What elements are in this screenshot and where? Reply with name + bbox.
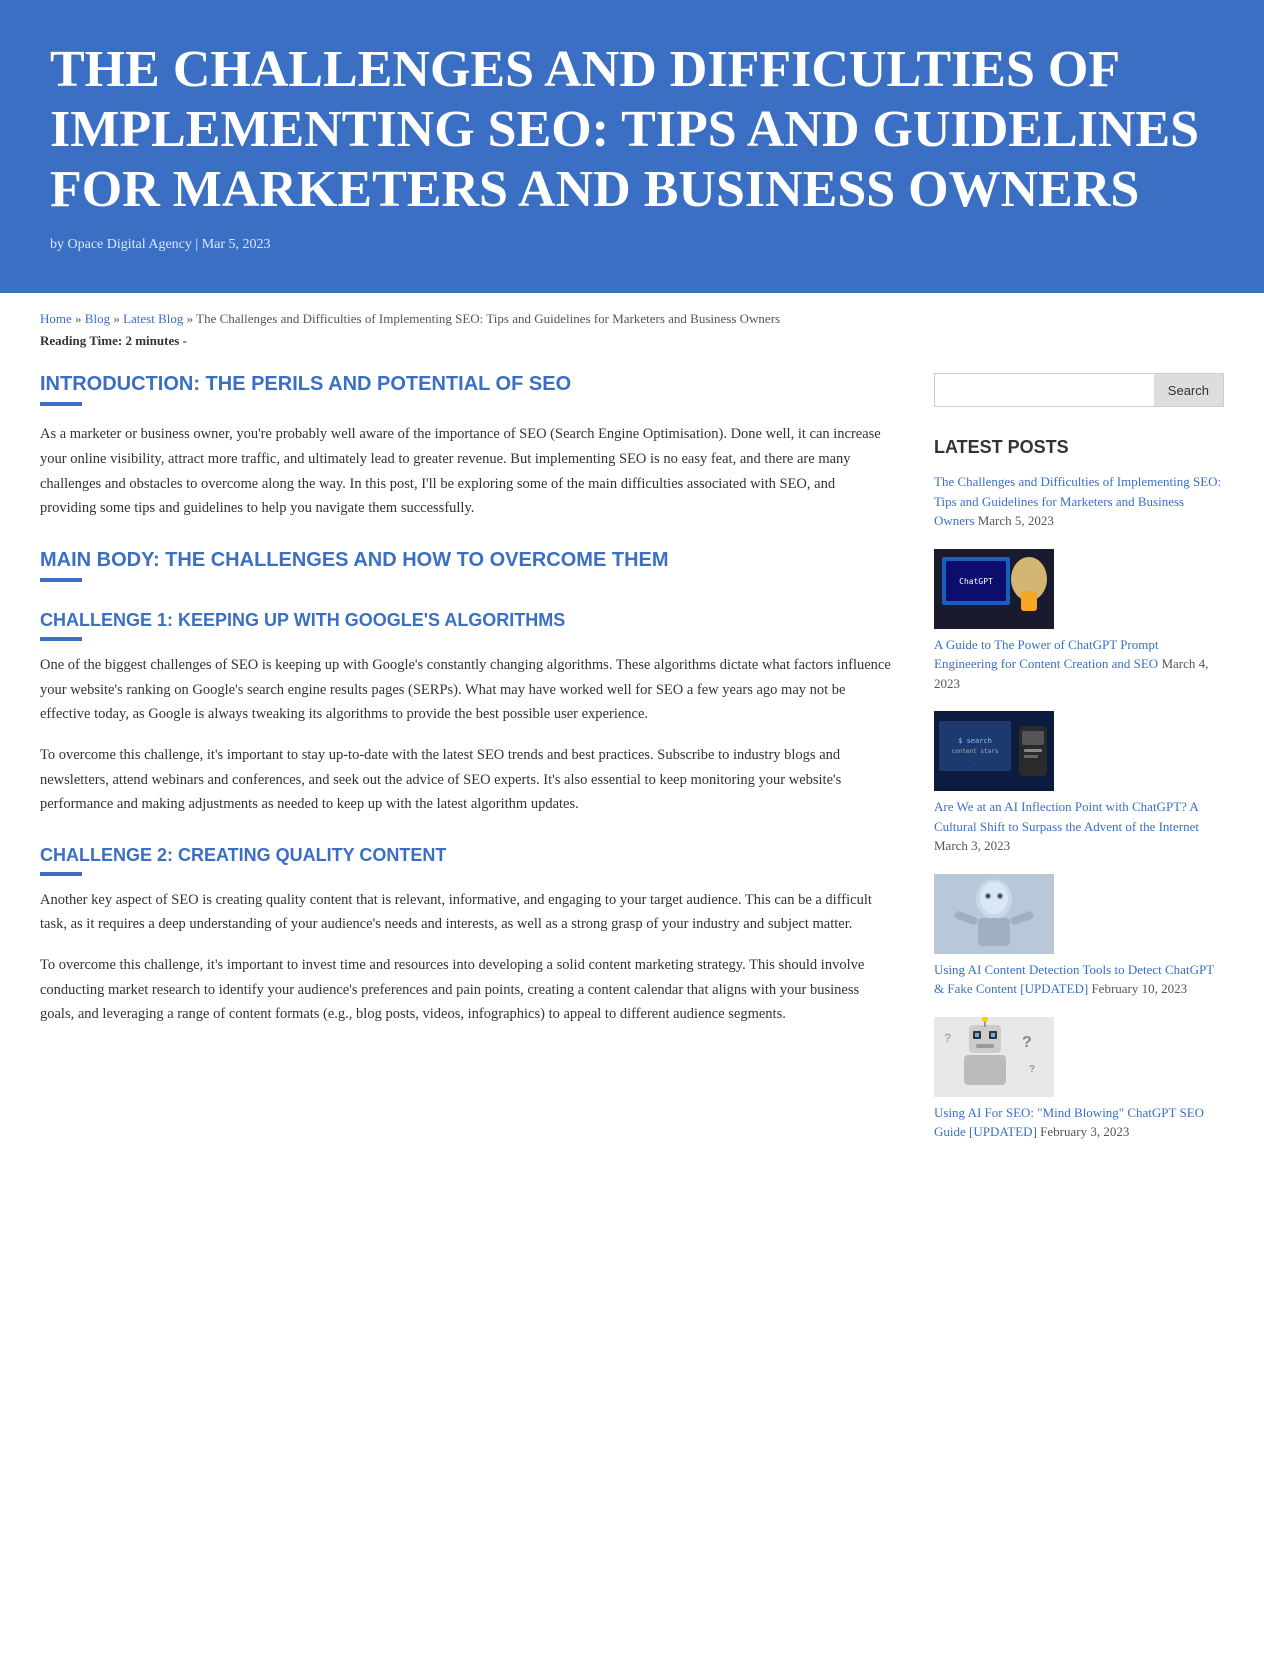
challenge2-text2: To overcome this challenge, it's importa… (40, 953, 894, 1027)
challenge1-section: CHALLENGE 1: KEEPING UP WITH GOOGLE'S AL… (40, 610, 894, 817)
post-title-text: Are We at an AI Inflection Point with Ch… (934, 797, 1224, 856)
page-body: Home » Blog » Latest Blog » The Challeng… (0, 293, 1264, 1200)
intro-underline (40, 402, 82, 406)
publish-date: Mar 5, 2023 (202, 237, 271, 252)
post-link[interactable]: Are We at an AI Inflection Point with Ch… (934, 799, 1199, 834)
challenge2-text1: Another key aspect of SEO is creating qu… (40, 888, 894, 937)
post-title-text: A Guide to The Power of ChatGPT Prompt E… (934, 635, 1224, 694)
content-wrapper: INTRODUCTION: THE PERILS AND POTENTIAL O… (40, 373, 1224, 1160)
search-button[interactable]: Search (1154, 374, 1223, 406)
post-title-text: Using AI Content Detection Tools to Dete… (934, 960, 1224, 999)
article-meta: by Opace Digital Agency | Mar 5, 2023 (50, 237, 1214, 253)
svg-text:?: ? (1022, 1034, 1032, 1051)
main-col: INTRODUCTION: THE PERILS AND POTENTIAL O… (40, 373, 894, 1055)
search-widget: Search (934, 373, 1224, 407)
post-thumbnail: ChatGPT (934, 549, 1054, 629)
post-thumbnail (934, 874, 1054, 954)
challenge1-text2: To overcome this challenge, it's importa… (40, 743, 894, 817)
breadcrumb: Home » Blog » Latest Blog » The Challeng… (40, 311, 1224, 327)
main-body-section: MAIN BODY: THE CHALLENGES AND HOW TO OVE… (40, 549, 894, 582)
challenge1-underline (40, 637, 82, 641)
hero-header: THE CHALLENGES AND DIFFICULTIES OF IMPLE… (0, 0, 1264, 293)
intro-heading: INTRODUCTION: THE PERILS AND POTENTIAL O… (40, 373, 894, 396)
svg-text:$ search: $ search (958, 737, 992, 745)
author-link[interactable]: Opace Digital Agency (68, 237, 192, 252)
list-item: ? ? ? Using AI For SEO: "Mind Blowing" C… (934, 1017, 1224, 1142)
post-title-text: The Challenges and Difficulties of Imple… (934, 472, 1224, 531)
latest-posts-heading: LATEST POSTS (934, 437, 1224, 458)
challenge2-heading: CHALLENGE 2: CREATING QUALITY CONTENT (40, 845, 894, 866)
list-item: The Challenges and Difficulties of Imple… (934, 472, 1224, 531)
post-link[interactable]: A Guide to The Power of ChatGPT Prompt E… (934, 637, 1159, 672)
svg-text:?: ? (1029, 1064, 1035, 1075)
search-input[interactable] (935, 374, 1154, 406)
page-title: THE CHALLENGES AND DIFFICULTIES OF IMPLE… (50, 40, 1214, 219)
svg-text:?: ? (944, 1031, 951, 1045)
intro-text1: As a marketer or business owner, you're … (40, 422, 894, 521)
sidebar: Search LATEST POSTS The Challenges and D… (934, 373, 1224, 1160)
meta-by: by (50, 237, 64, 252)
reading-time: Reading Time: 2 minutes - (40, 333, 1224, 349)
svg-text:ChatGPT: ChatGPT (959, 577, 993, 586)
svg-text:content stars: content stars (952, 748, 999, 755)
intro-section: INTRODUCTION: THE PERILS AND POTENTIAL O… (40, 373, 894, 521)
challenge1-heading: CHALLENGE 1: KEEPING UP WITH GOOGLE'S AL… (40, 610, 894, 631)
meta-separator: | (195, 237, 198, 252)
list-item: Using AI Content Detection Tools to Dete… (934, 874, 1224, 999)
challenge2-section: CHALLENGE 2: CREATING QUALITY CONTENT An… (40, 845, 894, 1027)
challenge1-text1: One of the biggest challenges of SEO is … (40, 653, 894, 727)
post-thumbnail: $ search content stars _ (934, 711, 1054, 791)
list-item: ChatGPT A Guide to The Power of ChatGPT … (934, 549, 1224, 694)
latest-posts-section: LATEST POSTS The Challenges and Difficul… (934, 437, 1224, 1142)
post-title-text: Using AI For SEO: "Mind Blowing" ChatGPT… (934, 1103, 1224, 1142)
challenge2-underline (40, 872, 82, 876)
breadcrumb-blog[interactable]: Blog (85, 311, 110, 326)
post-thumbnail: ? ? ? (934, 1017, 1054, 1097)
main-body-underline (40, 578, 82, 582)
main-body-heading: MAIN BODY: THE CHALLENGES AND HOW TO OVE… (40, 549, 894, 572)
breadcrumb-latest-blog[interactable]: Latest Blog (123, 311, 183, 326)
breadcrumb-current: The Challenges and Difficulties of Imple… (196, 311, 780, 326)
breadcrumb-home[interactable]: Home (40, 311, 72, 326)
list-item: $ search content stars _ Are We at an AI… (934, 711, 1224, 856)
